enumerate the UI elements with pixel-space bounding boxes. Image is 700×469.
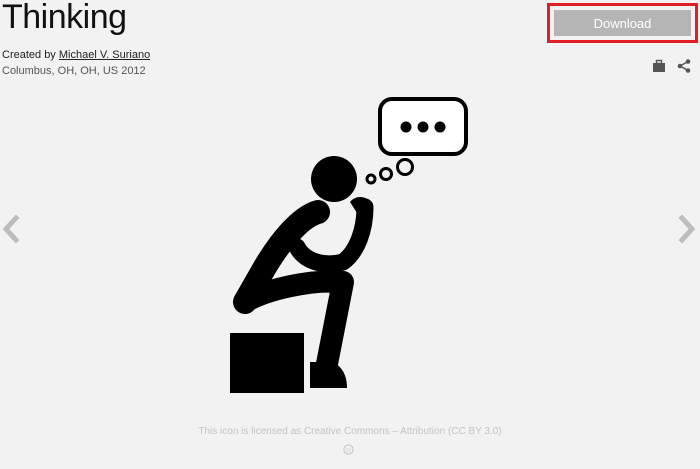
creator-link[interactable]: Michael V. Suriano	[59, 49, 150, 61]
creator-prefix: Created by	[2, 49, 56, 61]
download-highlight: Download	[547, 3, 698, 43]
thinking-person-icon	[230, 97, 468, 393]
icon-detail-page: Thinking Created by Michael V. Suriano C…	[0, 0, 700, 469]
download-button[interactable]: Download	[554, 10, 691, 36]
chevron-left-icon[interactable]	[0, 214, 22, 244]
location-year: Columbus, OH, OH, US 2012	[2, 65, 146, 77]
page-title: Thinking	[2, 0, 127, 36]
briefcase-icon[interactable]	[652, 59, 666, 73]
chevron-right-icon[interactable]	[676, 214, 698, 244]
svg-text:cc: cc	[346, 447, 352, 453]
license-text: This icon is licensed as Creative Common…	[198, 426, 502, 437]
creative-commons-icon: cc	[343, 444, 354, 455]
icon-meta: Created by Michael V. Suriano Columbus, …	[2, 47, 150, 79]
share-icon[interactable]	[677, 59, 691, 73]
icon-tools	[652, 59, 691, 73]
